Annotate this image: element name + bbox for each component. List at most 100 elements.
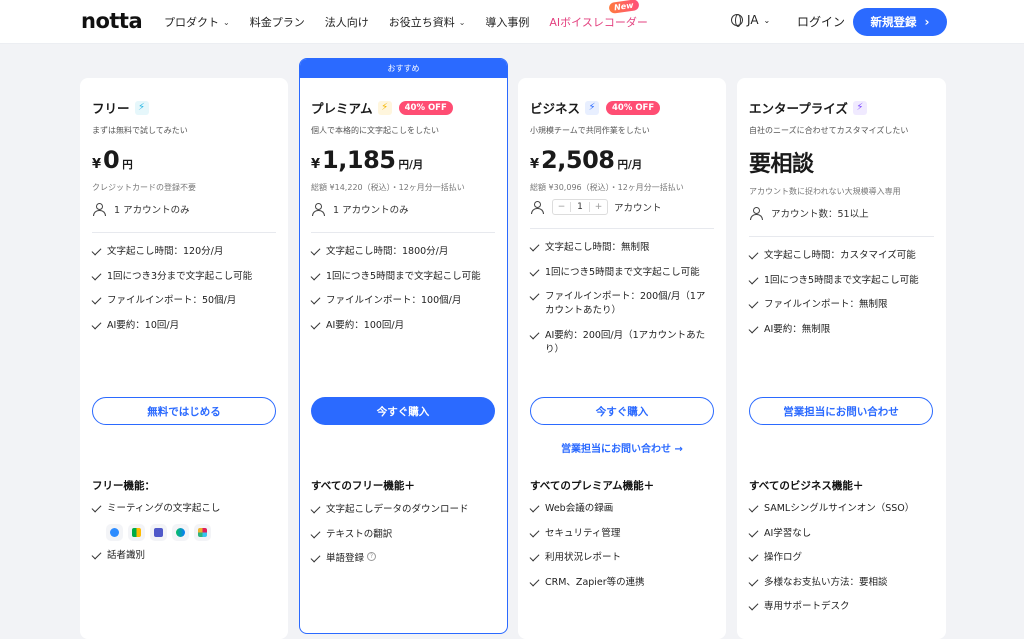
buy-premium-button[interactable]: 今すぐ購入 bbox=[311, 397, 495, 425]
chevron-down-icon: ⌄ bbox=[223, 17, 230, 27]
nav-ai-voice-recorder[interactable]: AIボイスレコーダー New bbox=[549, 0, 648, 30]
price-note: 総額 ¥30,096（税込）・12ヶ月分一括払い bbox=[530, 183, 684, 192]
check-icon bbox=[310, 294, 321, 305]
check-icon bbox=[310, 270, 321, 280]
slack-icon bbox=[194, 523, 211, 541]
extras-title: すべてのフリー機能＋ bbox=[311, 480, 415, 492]
feature-item: ミーティングの文字起こし bbox=[91, 502, 278, 516]
plan-desc: まずは無料で試してみたい bbox=[92, 126, 188, 135]
discount-badge: 40% OFF bbox=[606, 100, 661, 115]
extras-list: ミーティングの文字起こし 話者識別 bbox=[91, 502, 278, 573]
check-icon bbox=[91, 294, 102, 305]
teams-icon bbox=[150, 523, 167, 541]
increment-button[interactable]: + bbox=[590, 202, 607, 212]
feature-item: 1回につき5時間まで文字起こし可能 bbox=[310, 270, 495, 284]
divider bbox=[749, 236, 934, 237]
feature-item: 1回につき5時間まで文字起こし可能 bbox=[748, 274, 934, 288]
check-icon bbox=[529, 290, 540, 301]
check-icon bbox=[529, 576, 540, 586]
plan-price: 要相談 bbox=[749, 152, 814, 177]
feature-item: ファイルインポート：50個/月 bbox=[91, 294, 276, 308]
feature-item: 文字起こし時間：無制限 bbox=[529, 241, 714, 255]
chevron-down-icon: ⌄ bbox=[458, 17, 466, 27]
plan-card-business: ビジネス ⚡ 40% OFF 小規模チームで共同作業をしたい ¥2,508 円/月 総… bbox=[518, 78, 726, 639]
account-stepper: − 1 + bbox=[552, 199, 608, 215]
feature-list: 文字起こし時間：カスタマイズ可能 1回につき5時間まで文字起こし可能 ファイルイ… bbox=[748, 249, 934, 337]
feature-item: テキストの翻訳 bbox=[310, 528, 497, 542]
plan-desc: 自社のニーズに合わせてカスタマイズしたい bbox=[749, 126, 909, 135]
webex-icon bbox=[172, 523, 189, 541]
bolt-icon: ⚡ bbox=[134, 100, 149, 115]
check-icon bbox=[310, 528, 321, 538]
contact-sales-button[interactable]: 営業担当にお問い合わせ bbox=[749, 397, 933, 425]
login-link[interactable]: ログイン bbox=[797, 13, 845, 30]
feature-item: 1回につき5時間まで文字起こし可能 bbox=[529, 266, 714, 280]
feature-item: AI要約：無制限 bbox=[748, 323, 934, 337]
check-icon bbox=[310, 503, 321, 514]
new-badge: New bbox=[608, 0, 640, 15]
feature-item: CRM、Zapier等の連携 bbox=[529, 576, 716, 590]
bolt-icon: ⚡ bbox=[852, 100, 867, 115]
feature-item: AI要約：100回/月 bbox=[310, 319, 495, 333]
extras-title: すべてのビジネス機能＋ bbox=[749, 480, 864, 492]
language-selector[interactable]: JA ⌄ bbox=[731, 13, 770, 27]
feature-item: 単語登録? bbox=[310, 552, 497, 566]
divider bbox=[530, 228, 714, 229]
check-icon bbox=[748, 274, 759, 284]
contact-sales-link[interactable]: 営業担当にお問い合わせ → bbox=[518, 440, 726, 455]
check-icon bbox=[91, 319, 102, 329]
help-icon[interactable]: ? bbox=[367, 552, 377, 561]
extras-list: Web会議の録画 セキュリティ管理 利用状況レポート CRM、Zapier等の連… bbox=[529, 502, 716, 600]
plan-name: エンタープライズ ⚡ bbox=[749, 98, 934, 117]
check-icon bbox=[91, 245, 102, 256]
plan-card-enterprise: エンタープライズ ⚡ 自社のニーズに合わせてカスタマイズしたい 要相談 アカウント… bbox=[737, 78, 946, 639]
account-info: アカウント数：51以上 bbox=[749, 206, 934, 220]
decrement-button[interactable]: − bbox=[553, 202, 570, 212]
extras-title: フリー機能： bbox=[92, 480, 155, 492]
price-note: アカウント数に捉われない大規模導入専用 bbox=[749, 187, 901, 196]
notta-logo[interactable]: notta bbox=[81, 9, 143, 33]
feature-list: 文字起こし時間：無制限 1回につき5時間まで文字起こし可能 ファイルインポート：… bbox=[529, 241, 714, 357]
price-note: クレジットカードの登録不要 bbox=[92, 183, 196, 192]
price-note: 総額 ¥14,220（税込）・12ヶ月分一括払い bbox=[311, 183, 465, 192]
check-icon bbox=[529, 502, 540, 513]
feature-item: 文字起こしデータのダウンロード bbox=[310, 503, 497, 517]
account-count[interactable]: 1 bbox=[570, 202, 590, 212]
main-nav: プロダクト ⌄ 料金プラン 法人向け お役立ち資料 ⌄ 導入事例 AIボイスレコーダ… bbox=[164, 0, 668, 30]
nav-resources[interactable]: お役立ち資料 ⌄ bbox=[389, 14, 466, 30]
nav-enterprise[interactable]: 法人向け bbox=[325, 14, 369, 30]
feature-item: ファイルインポート：100個/月 bbox=[310, 294, 495, 308]
plan-price: ¥2,508 円/月 bbox=[530, 146, 643, 174]
feature-item: 利用状況レポート bbox=[529, 551, 716, 565]
start-free-button[interactable]: 無料ではじめる bbox=[92, 397, 276, 425]
plan-desc: 小規模チームで共同作業をしたい bbox=[530, 126, 650, 135]
check-icon bbox=[91, 270, 102, 280]
integration-icons bbox=[106, 523, 278, 541]
signup-button[interactable]: 新規登録 › bbox=[853, 8, 947, 36]
nav-pricing[interactable]: 料金プラン bbox=[250, 14, 305, 30]
feature-item: 操作ログ bbox=[748, 551, 936, 565]
check-icon bbox=[529, 266, 540, 276]
nav-product[interactable]: プロダクト ⌄ bbox=[164, 14, 230, 30]
google-meet-icon bbox=[128, 523, 145, 541]
check-icon bbox=[748, 551, 759, 562]
check-icon bbox=[748, 249, 759, 260]
check-icon bbox=[529, 551, 540, 562]
chevron-right-icon: › bbox=[924, 15, 930, 29]
check-icon bbox=[529, 241, 540, 252]
nav-case-studies[interactable]: 導入事例 bbox=[485, 14, 529, 30]
plan-name: ビジネス ⚡ 40% OFF bbox=[530, 98, 714, 117]
plan-card-premium: おすすめ プレミアム ⚡ 40% OFF 個人で本格的に文字起こしをしたい ¥1,1… bbox=[299, 58, 508, 634]
feature-list: 文字起こし時間：1800分/月 1回につき5時間まで文字起こし可能 ファイルイン… bbox=[310, 245, 495, 333]
plan-desc: 個人で本格的に文字起こしをしたい bbox=[311, 126, 439, 135]
site-header: notta プロダクト ⌄ 料金プラン 法人向け お役立ち資料 ⌄ 導入事例 AIボ… bbox=[0, 0, 1024, 44]
feature-item: SAMLシングルサインオン（SSO） bbox=[748, 502, 936, 516]
plan-name: プレミアム ⚡ 40% OFF bbox=[311, 98, 495, 117]
feature-item: 文字起こし時間：カスタマイズ可能 bbox=[748, 249, 934, 263]
feature-item: 専用サポートデスク bbox=[748, 600, 936, 614]
globe-icon bbox=[731, 14, 743, 27]
extras-list: 文字起こしデータのダウンロード テキストの翻訳 単語登録? bbox=[310, 503, 497, 577]
feature-item: 文字起こし時間：120分/月 bbox=[91, 245, 276, 259]
buy-business-button[interactable]: 今すぐ購入 bbox=[530, 397, 714, 425]
feature-item: セキュリティ管理 bbox=[529, 527, 716, 541]
